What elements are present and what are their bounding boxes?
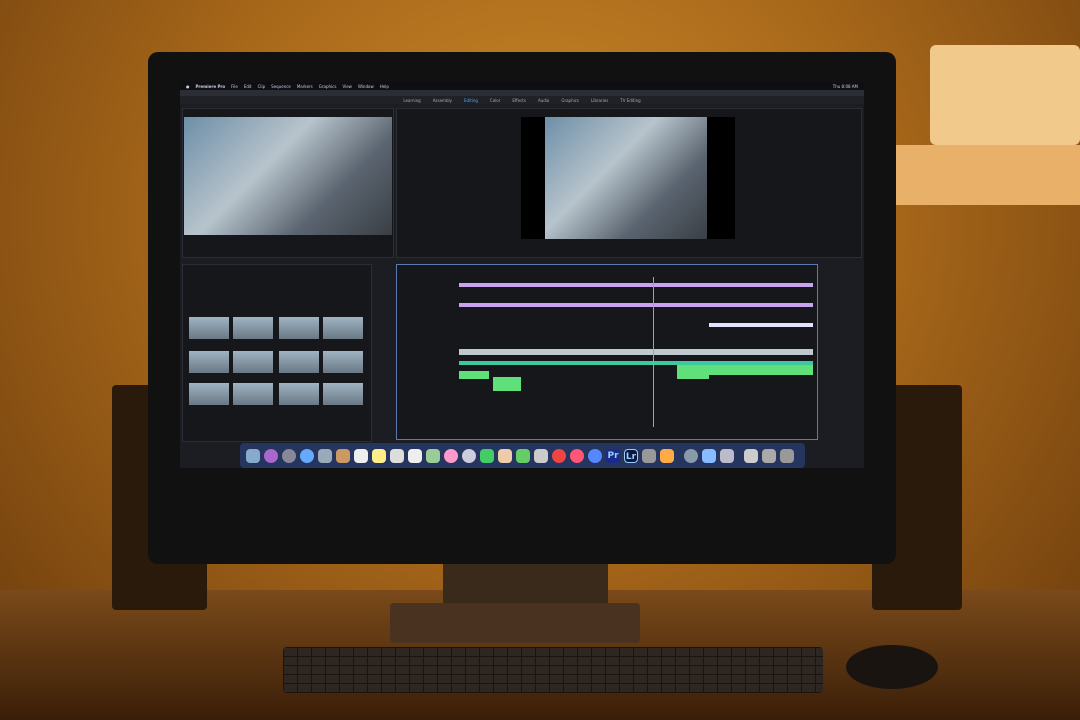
premiere-pro-icon[interactable]: Pr	[606, 448, 620, 463]
workspace-bar: Learning Assembly Editing Color Effects …	[180, 96, 864, 104]
screenshot-icon[interactable]	[720, 448, 734, 463]
menu-help[interactable]: Help	[380, 84, 389, 89]
timeline-clip[interactable]	[459, 303, 813, 307]
source-video	[184, 117, 392, 235]
dock: Pr Lr	[240, 443, 805, 468]
mouse[interactable]	[846, 645, 938, 689]
menu-markers[interactable]: Markers	[297, 84, 313, 89]
program-monitor	[396, 108, 862, 258]
files-icon[interactable]	[660, 448, 674, 463]
ws-graphics[interactable]: Graphics	[561, 98, 579, 103]
timeline-clip[interactable]	[459, 283, 813, 287]
screen: ● Premiere Pro File Edit Clip Sequence M…	[180, 82, 864, 468]
project-panel	[182, 264, 372, 442]
stacks-icon[interactable]	[762, 448, 776, 463]
keynote-icon[interactable]	[534, 448, 548, 463]
timeline-clip[interactable]	[677, 365, 709, 379]
news-icon[interactable]	[552, 448, 566, 463]
menu-view[interactable]: View	[342, 84, 352, 89]
timeline-clip[interactable]	[459, 371, 489, 379]
lightroom-icon[interactable]: Lr	[624, 448, 638, 463]
ws-tv-editing[interactable]: TV Editing	[620, 98, 640, 103]
siri-icon[interactable]	[264, 448, 278, 463]
stickies-icon[interactable]	[372, 448, 386, 463]
downloads-icon[interactable]	[702, 448, 716, 463]
apple-icon[interactable]: ●	[186, 84, 190, 89]
calendar-icon[interactable]	[354, 448, 368, 463]
launchpad-icon[interactable]	[282, 448, 296, 463]
ws-effects[interactable]: Effects	[512, 98, 526, 103]
timeline-clip[interactable]	[459, 349, 813, 355]
app-store-icon[interactable]	[588, 448, 602, 463]
ws-editing[interactable]: Editing	[464, 98, 478, 103]
program-video	[545, 117, 707, 239]
menu-clip[interactable]: Clip	[258, 84, 266, 89]
menu-app[interactable]: Premiere Pro	[196, 84, 226, 89]
facetime-icon[interactable]	[480, 448, 494, 463]
menu-bar: ● Premiere Pro File Edit Clip Sequence M…	[180, 82, 864, 90]
messages-icon[interactable]	[462, 448, 476, 463]
wall-shelf	[896, 145, 1080, 205]
ws-color[interactable]: Color	[490, 98, 500, 103]
source-monitor	[182, 108, 394, 258]
shelf-box	[930, 45, 1080, 145]
photos-icon[interactable]	[444, 448, 458, 463]
ws-assembly[interactable]: Assembly	[433, 98, 452, 103]
maps-icon[interactable]	[426, 448, 440, 463]
finder-icon[interactable]	[246, 448, 260, 463]
pages-icon[interactable]	[408, 448, 422, 463]
numbers-icon[interactable]	[516, 448, 530, 463]
ws-libraries[interactable]: Libraries	[591, 98, 608, 103]
monitor-base	[390, 603, 640, 643]
safari-icon[interactable]	[300, 448, 314, 463]
timeline-panel[interactable]	[396, 264, 818, 440]
menu-window[interactable]: Window	[358, 84, 374, 89]
textedit-icon[interactable]	[390, 448, 404, 463]
menu-file[interactable]: File	[231, 84, 238, 89]
menu-sequence[interactable]: Sequence	[271, 84, 291, 89]
music-icon[interactable]	[570, 448, 584, 463]
timeline-clip[interactable]	[493, 377, 521, 391]
monitor-stand	[443, 562, 608, 607]
menu-edit[interactable]: Edit	[244, 84, 252, 89]
ws-audio[interactable]: Audio	[538, 98, 549, 103]
menu-graphics[interactable]: Graphics	[319, 84, 337, 89]
timeline-clip[interactable]	[709, 365, 813, 375]
document-icon[interactable]	[744, 448, 758, 463]
keyboard[interactable]	[283, 647, 823, 693]
pages-2-icon[interactable]	[498, 448, 512, 463]
notes-book-icon[interactable]	[336, 448, 350, 463]
clock: Thu 8:08 AM	[832, 83, 858, 89]
trash-icon[interactable]	[780, 448, 794, 463]
quicktime-icon[interactable]	[684, 448, 698, 463]
system-preferences-icon[interactable]	[642, 448, 656, 463]
ws-learning[interactable]: Learning	[403, 98, 420, 103]
preview-icon[interactable]	[318, 448, 332, 463]
timeline-clip[interactable]	[709, 323, 813, 327]
playhead[interactable]	[653, 277, 654, 427]
